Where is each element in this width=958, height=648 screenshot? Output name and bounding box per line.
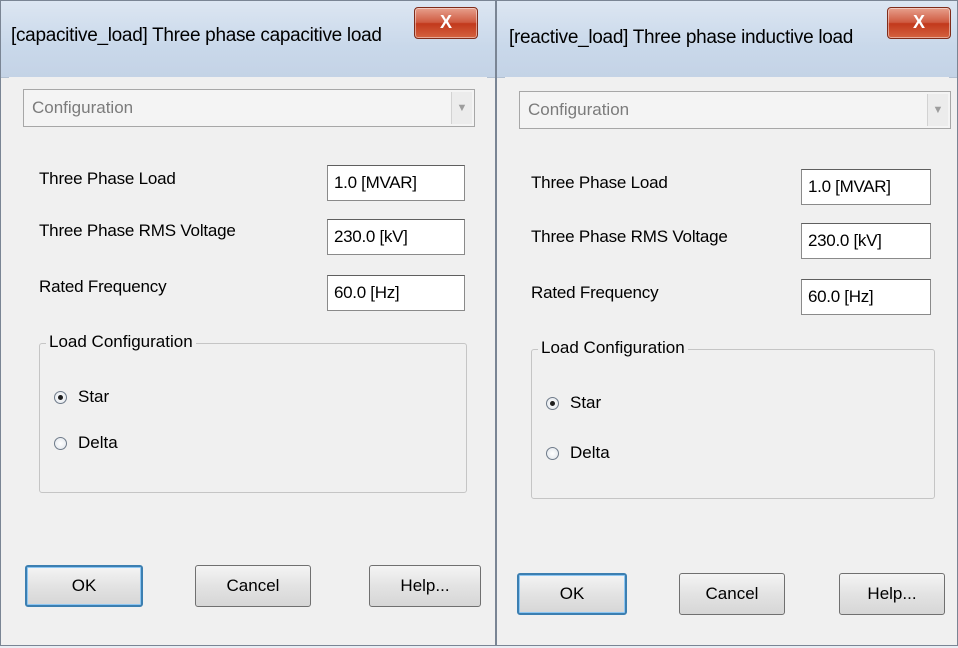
radio-unselected-icon[interactable] xyxy=(546,447,559,460)
rated-frequency-input[interactable] xyxy=(327,275,465,311)
configuration-dropdown[interactable]: Configuration ▼ xyxy=(23,89,475,127)
three-phase-load-input[interactable] xyxy=(327,165,465,201)
dialog-body: Configuration ▼ Three Phase Load Three P… xyxy=(505,77,951,637)
dialog-title: [capacitive_load] Three phase capacitive… xyxy=(11,25,382,46)
load-configuration-group: Load Configuration Star Delta xyxy=(39,332,467,493)
radio-selected-icon[interactable] xyxy=(54,391,67,404)
help-button[interactable]: Help... xyxy=(839,573,945,615)
three-phase-load-input[interactable] xyxy=(801,169,931,205)
three-phase-load-label: Three Phase Load xyxy=(531,173,668,192)
radio-selected-icon[interactable] xyxy=(546,397,559,410)
star-radio-label: Star xyxy=(78,387,110,406)
reactive-load-dialog: [reactive_load] Three phase inductive lo… xyxy=(496,0,958,646)
rms-voltage-input[interactable] xyxy=(327,219,465,255)
cancel-button[interactable]: Cancel xyxy=(679,573,785,615)
ok-button[interactable]: OK xyxy=(25,565,143,607)
rms-voltage-label: Three Phase RMS Voltage xyxy=(39,221,236,240)
load-configuration-label: Load Configuration xyxy=(538,338,688,358)
delta-radio-label: Delta xyxy=(78,433,118,452)
load-configuration-label: Load Configuration xyxy=(46,332,196,352)
help-button[interactable]: Help... xyxy=(369,565,481,607)
rated-frequency-label: Rated Frequency xyxy=(531,283,659,302)
rated-frequency-input[interactable] xyxy=(801,279,931,315)
load-configuration-group: Load Configuration Star Delta xyxy=(531,338,935,499)
configuration-dropdown-value: Configuration xyxy=(32,98,134,117)
delta-radio-label: Delta xyxy=(570,443,610,462)
close-button[interactable]: X xyxy=(414,7,478,39)
configuration-dropdown[interactable]: Configuration ▼ xyxy=(519,91,951,129)
chevron-down-icon[interactable]: ▼ xyxy=(927,94,948,126)
cancel-button[interactable]: Cancel xyxy=(195,565,311,607)
chevron-down-icon[interactable]: ▼ xyxy=(451,92,472,124)
rated-frequency-label: Rated Frequency xyxy=(39,277,167,296)
rms-voltage-input[interactable] xyxy=(801,223,931,259)
star-radio-label: Star xyxy=(570,393,602,412)
dialog-body: Configuration ▼ Three Phase Load Three P… xyxy=(9,77,487,637)
capacitive-load-dialog: [capacitive_load] Three phase capacitive… xyxy=(0,0,496,646)
close-button[interactable]: X xyxy=(887,7,951,39)
title-bar[interactable]: [reactive_load] Three phase inductive lo… xyxy=(497,1,957,78)
title-bar[interactable]: [capacitive_load] Three phase capacitive… xyxy=(1,1,495,78)
ok-button[interactable]: OK xyxy=(517,573,627,615)
three-phase-load-label: Three Phase Load xyxy=(39,169,176,188)
rms-voltage-label: Three Phase RMS Voltage xyxy=(531,227,728,246)
radio-unselected-icon[interactable] xyxy=(54,437,67,450)
dialog-title: [reactive_load] Three phase inductive lo… xyxy=(509,27,854,48)
configuration-dropdown-value: Configuration xyxy=(528,100,630,119)
